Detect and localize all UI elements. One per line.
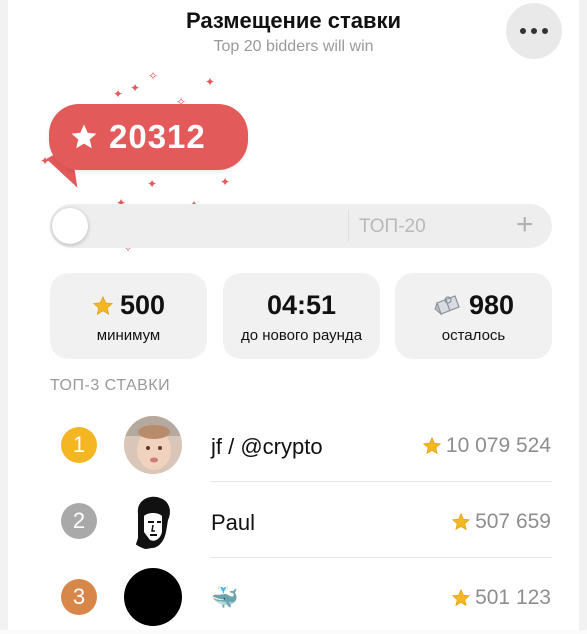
sparkle-icon: ✦ (220, 175, 231, 189)
bid-slider-track[interactable] (50, 204, 552, 248)
top-bid-row[interactable]: 2 Paul 507 659 (8, 483, 587, 558)
stat-round-timer: 04:51 до нового раунда (223, 273, 380, 359)
stat-timer-caption: до нового раунда (240, 327, 363, 344)
row-divider (211, 481, 552, 482)
slider-target-label[interactable]: ТОП-20 (359, 216, 426, 238)
star-icon (92, 295, 114, 315)
avatar (124, 416, 182, 474)
bid-score: 507 659 (451, 510, 551, 534)
stat-remaining-caption: осталось (441, 327, 506, 344)
gift-icon (434, 294, 460, 316)
star-icon (451, 512, 471, 531)
bid-score-value: 501 123 (475, 586, 551, 609)
page-subtitle: Top 20 bidders will win (213, 38, 374, 55)
stat-minimum-value: 500 (119, 290, 166, 320)
sparkle-icon: ✦ (130, 81, 141, 95)
star-icon (422, 436, 442, 455)
bid-score: 10 079 524 (422, 434, 551, 458)
bid-score-value: 507 659 (475, 510, 551, 533)
rank-badge: 1 (61, 427, 97, 463)
bid-score: 501 123 (451, 586, 551, 610)
sparkle-icon: ✧ (148, 69, 159, 83)
star-icon (71, 124, 97, 149)
top-bids-heading: ТОП-3 СТАВКИ (50, 377, 171, 394)
sparkle-icon: ✦ (205, 75, 216, 89)
bid-sheet: Размещение ставки Top 20 bidders will wi… (0, 0, 587, 630)
bidder-name: Paul (211, 510, 256, 535)
child-photo-avatar-icon (124, 416, 182, 474)
bidder-name: jf / @crypto (211, 434, 323, 459)
bid-amount: 20312 (109, 118, 206, 155)
avatar (124, 492, 182, 550)
row-divider (211, 557, 552, 558)
bidder-name: 🐳 (211, 585, 239, 610)
top-bid-row[interactable]: 3 🐳 501 123 (8, 559, 587, 634)
bid-amount-bubble: 20312 (49, 104, 248, 170)
slider-divider (348, 210, 349, 242)
more-button[interactable] (506, 3, 562, 59)
top-bid-row[interactable]: 1 jf / @crypto 10 079 524 (8, 407, 587, 482)
rank-badge: 2 (61, 503, 97, 539)
star-icon (451, 588, 471, 607)
sparkle-icon: ✦ (113, 87, 124, 101)
avatar (124, 568, 182, 626)
bid-slider-thumb[interactable] (52, 208, 88, 244)
stat-timer-value: 04:51 (266, 290, 337, 320)
stat-remaining: 980 осталось (395, 273, 552, 359)
more-horizontal-icon (520, 28, 526, 34)
bid-score-value: 10 079 524 (445, 434, 551, 457)
sparkle-icon: ✦ (147, 177, 158, 191)
stat-remaining-value: 980 (468, 290, 515, 320)
stat-minimum: 500 минимум (50, 273, 207, 359)
rank-badge: 3 (61, 579, 97, 615)
stat-minimum-caption: минимум (96, 327, 161, 344)
increase-bid-button[interactable]: + (516, 210, 534, 240)
face-sketch-avatar-icon (124, 492, 182, 550)
page-title: Размещение ставки (185, 8, 402, 33)
